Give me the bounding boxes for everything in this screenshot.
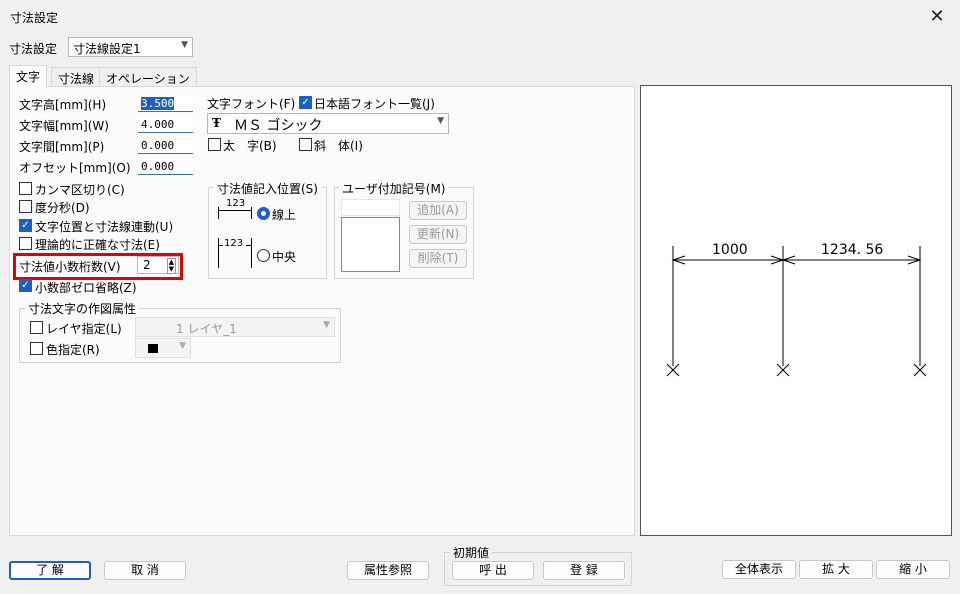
tab-text[interactable]: 文字	[9, 65, 48, 87]
comma-separator-label: カンマ区切り(C)	[35, 183, 125, 197]
dms-label: 度分秒(D)	[35, 201, 90, 215]
text-height-input[interactable]: 3.500	[138, 95, 193, 112]
recall-button[interactable]: 呼 出	[452, 561, 534, 580]
tab-dimension-line[interactable]: 寸法線	[51, 67, 102, 87]
font-value: ＭＳ ゴシック	[234, 118, 323, 134]
preview-area: 1000 1234. 56	[640, 85, 952, 536]
user-symbol-list[interactable]	[341, 217, 400, 272]
attr-group-title: 寸法文字の作図属性	[25, 300, 140, 317]
dim-value-1: 1000	[712, 242, 748, 258]
bold-label: 太 字(B)	[223, 139, 277, 153]
zero-omit-label: 小数部ゼロ省略(Z)	[35, 281, 137, 295]
bold-checkbox[interactable]	[208, 138, 221, 151]
on-line-label: 線上	[272, 208, 297, 222]
dimension-preview-drawing	[666, 246, 927, 377]
layer-checkbox[interactable]	[30, 321, 43, 334]
center-sample-icon: 123	[218, 238, 252, 268]
register-button[interactable]: 登 録	[543, 561, 625, 580]
preset-label: 寸法設定	[9, 42, 58, 56]
dim-value-2: 1234. 56	[821, 242, 884, 258]
layer-value: 1 レイヤ_1	[176, 322, 237, 336]
initial-values-title: 初期値	[450, 544, 493, 561]
tab-operation[interactable]: オペレーション	[99, 67, 197, 87]
exact-dimension-label: 理論的に正確な寸法(E)	[35, 238, 160, 252]
text-width-input[interactable]: 4.000	[138, 116, 193, 133]
highlight-box	[13, 253, 183, 280]
add-symbol-button[interactable]: 追加(A)	[409, 201, 467, 220]
layer-select[interactable]: 1 レイヤ_1 ▼	[135, 317, 335, 337]
update-symbol-button[interactable]: 更新(N)	[409, 225, 467, 244]
jp-font-list-label: 日本語フォント一覧(J)	[314, 97, 435, 111]
color-swatch	[148, 344, 158, 353]
title-bar	[0, 0, 960, 32]
on-line-radio[interactable]	[257, 207, 270, 220]
chevron-down-icon: ▼	[179, 341, 186, 351]
color-label: 色指定(R)	[46, 343, 100, 357]
jp-font-list-checkbox[interactable]: ✓	[299, 96, 312, 109]
delete-symbol-button[interactable]: 削除(T)	[409, 249, 467, 268]
center-label: 中央	[272, 250, 297, 264]
exact-dimension-checkbox[interactable]	[19, 237, 32, 250]
zero-omit-checkbox[interactable]: ✓	[19, 279, 32, 292]
chevron-down-icon: ▼	[323, 320, 330, 330]
color-select[interactable]: ▼	[135, 338, 191, 358]
italic-checkbox[interactable]	[299, 138, 312, 151]
dms-checkbox[interactable]	[19, 200, 32, 213]
preset-value: 寸法線設定1	[73, 42, 141, 56]
ok-button[interactable]: 了 解	[9, 561, 91, 580]
truetype-font-icon: Ŧ	[212, 116, 221, 130]
italic-label: 斜 体(I)	[314, 139, 363, 153]
font-label: 文字フォント(F)	[207, 97, 296, 111]
zoom-in-button[interactable]: 拡 大	[799, 560, 873, 579]
dim-position-title: 寸法値記入位置(S)	[214, 180, 321, 197]
zoom-out-button[interactable]: 縮 小	[876, 560, 950, 579]
user-symbol-input[interactable]	[341, 199, 400, 216]
field-label-height: 文字高[mm](H)	[19, 98, 107, 112]
comma-separator-checkbox[interactable]	[19, 182, 32, 195]
close-button[interactable]: ✕	[914, 0, 960, 32]
font-select[interactable]: Ŧ ＭＳ ゴシック ▼	[207, 113, 449, 134]
user-symbol-title: ユーザ付加記号(M)	[339, 180, 449, 197]
preset-select[interactable]: 寸法線設定1 ▼	[68, 37, 193, 57]
text-position-link-checkbox[interactable]: ✓	[19, 219, 32, 232]
attribute-reference-button[interactable]: 属性参照	[347, 561, 429, 580]
close-icon: ✕	[929, 5, 945, 27]
chevron-down-icon: ▼	[181, 40, 188, 50]
text-spacing-input[interactable]: 0.000	[138, 137, 193, 154]
window-title: 寸法設定	[10, 11, 59, 25]
cancel-button[interactable]: 取 消	[104, 561, 186, 580]
show-all-button[interactable]: 全体表示	[722, 560, 796, 579]
field-label-width: 文字幅[mm](W)	[19, 119, 109, 133]
chevron-down-icon: ▼	[437, 116, 444, 126]
layer-label: レイヤ指定(L)	[46, 322, 122, 336]
color-checkbox[interactable]	[30, 342, 43, 355]
offset-input[interactable]: 0.000	[138, 158, 193, 175]
center-radio[interactable]	[257, 249, 270, 262]
text-position-link-label: 文字位置と寸法線連動(U)	[35, 220, 174, 234]
field-label-spacing: 文字間[mm](P)	[19, 140, 105, 154]
field-label-offset: オフセット[mm](O)	[19, 161, 131, 175]
on-line-sample-icon: 123	[218, 198, 252, 220]
